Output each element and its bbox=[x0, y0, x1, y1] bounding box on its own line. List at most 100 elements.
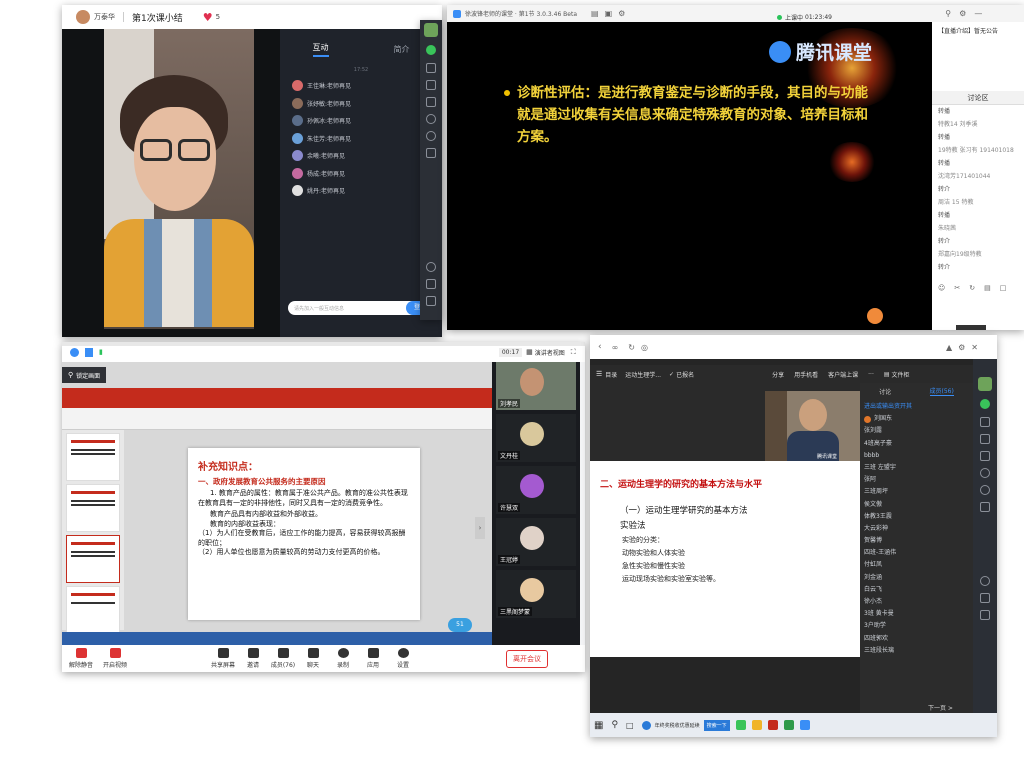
chat-icon[interactable] bbox=[980, 399, 990, 409]
tab-discuss[interactable]: 讨论 bbox=[879, 387, 891, 396]
window-icon[interactable]: ▣ bbox=[605, 9, 613, 18]
participant-tile[interactable]: 文丹桂 bbox=[496, 414, 576, 462]
menu-icon[interactable] bbox=[980, 610, 990, 620]
pin-icon[interactable]: ⚲ bbox=[945, 9, 951, 18]
folder-icon[interactable] bbox=[980, 451, 990, 461]
apps-button[interactable]: 应用 bbox=[358, 648, 388, 669]
phone-icon[interactable] bbox=[980, 593, 990, 603]
settings-button[interactable]: 设置 bbox=[388, 648, 418, 669]
app-icon[interactable] bbox=[783, 720, 794, 730]
folder-icon[interactable]: ▤ bbox=[884, 371, 890, 378]
share-icon[interactable]: ▤ bbox=[591, 9, 599, 18]
windows-start-icon[interactable]: ▦ bbox=[594, 720, 603, 731]
browser-icon[interactable] bbox=[641, 720, 651, 730]
participant-tile[interactable]: 王冠婷 bbox=[496, 518, 576, 566]
cube-icon[interactable] bbox=[426, 80, 436, 90]
phone-watch-button[interactable]: 用手机看 bbox=[794, 370, 818, 379]
link-icon[interactable]: ∞ bbox=[612, 343, 619, 352]
folder-icon[interactable] bbox=[426, 97, 436, 107]
leave-meeting-button[interactable]: 离开会议 bbox=[506, 649, 548, 668]
next-page-button[interactable]: 下一页 > bbox=[928, 703, 953, 712]
star-icon[interactable] bbox=[426, 148, 436, 158]
taskbar-search[interactable]: 年终奖税收优惠延续 bbox=[655, 722, 700, 729]
cube-icon[interactable] bbox=[980, 434, 990, 444]
slide-thumbnail[interactable] bbox=[66, 586, 120, 634]
share-button[interactable]: 分享 bbox=[772, 370, 784, 379]
scissors-icon[interactable]: ✂ bbox=[954, 284, 960, 292]
tab-intro[interactable]: 简介 bbox=[394, 44, 410, 55]
app-icon[interactable] bbox=[767, 720, 778, 730]
share-icon[interactable]: ▲ bbox=[946, 343, 952, 352]
participant-tile[interactable]: 许慧双 bbox=[496, 466, 576, 514]
chat-icon[interactable]: □ bbox=[1000, 284, 1007, 292]
menu-icon[interactable]: ☰ bbox=[596, 370, 602, 378]
app-icon[interactable] bbox=[735, 720, 746, 730]
catalog-button[interactable]: 目录 bbox=[605, 370, 617, 379]
tab-members[interactable]: 成员(56) bbox=[929, 386, 954, 396]
record-button[interactable]: 录制 bbox=[328, 648, 358, 669]
emoji-icon[interactable]: ☺ bbox=[938, 284, 945, 292]
menu-icon[interactable] bbox=[426, 296, 436, 306]
chat-button[interactable]: 聊天 bbox=[298, 648, 328, 669]
more-button[interactable]: ··· bbox=[868, 371, 874, 378]
speaker-view-button[interactable]: 演讲者视图 bbox=[535, 348, 565, 357]
refresh-icon[interactable]: ↻ bbox=[628, 343, 635, 352]
collapse-handle[interactable]: › bbox=[475, 517, 485, 539]
star-icon[interactable] bbox=[980, 502, 990, 512]
comment-input[interactable] bbox=[956, 325, 986, 330]
check-icon: ✓ bbox=[669, 370, 675, 378]
refresh-icon[interactable]: ↻ bbox=[969, 284, 975, 292]
info-icon[interactable] bbox=[70, 347, 79, 357]
list-item: 郑嘉向19级特教 bbox=[938, 251, 982, 258]
bunny-icon[interactable] bbox=[867, 308, 883, 324]
block-icon[interactable] bbox=[426, 262, 436, 272]
close-icon[interactable]: ✕ bbox=[971, 343, 978, 352]
host-avatar[interactable] bbox=[76, 10, 90, 24]
gear-icon[interactable] bbox=[426, 131, 436, 141]
circle-icon[interactable] bbox=[426, 114, 436, 124]
slide-thumbnail[interactable] bbox=[66, 433, 120, 481]
invite-button[interactable]: 邀请 bbox=[238, 648, 268, 669]
contacts-icon[interactable] bbox=[426, 63, 436, 73]
tab-discussion[interactable]: 讨论区 bbox=[932, 91, 1024, 105]
shield-icon[interactable] bbox=[85, 347, 93, 357]
meeting-toolbar: 解除静音 开启视频 共享屏幕 邀请 成员(76) 聊天 录制 应用 设置 离开会… bbox=[62, 645, 585, 672]
task-view-icon[interactable]: □ bbox=[626, 721, 634, 730]
fullscreen-icon[interactable]: ⛶ bbox=[571, 348, 576, 357]
slide-thumbnail[interactable] bbox=[66, 484, 120, 532]
app-icon[interactable] bbox=[799, 720, 810, 730]
file-cabinet-button[interactable]: 文件柜 bbox=[892, 370, 910, 379]
minimize-button[interactable]: — bbox=[974, 9, 982, 18]
start-video-button[interactable]: 开启视频 bbox=[100, 648, 130, 669]
client-class-button[interactable]: 客户端上课 bbox=[828, 370, 858, 379]
live-timer: 01:23:49 bbox=[805, 13, 832, 21]
app-avatar[interactable] bbox=[978, 377, 992, 391]
taskbar-search-button[interactable]: 搜索一下 bbox=[703, 719, 730, 731]
participant-tile[interactable]: 三黑阁梦蒙 bbox=[496, 570, 576, 618]
block-icon[interactable] bbox=[980, 576, 990, 586]
search-icon[interactable]: ⚲ bbox=[611, 720, 618, 730]
folder-icon[interactable]: ▤ bbox=[984, 284, 991, 292]
globe-icon[interactable]: ◎ bbox=[641, 343, 648, 352]
contacts-icon[interactable] bbox=[980, 417, 990, 427]
gear-icon[interactable]: ⚙ bbox=[618, 9, 625, 18]
grid-icon[interactable]: ▦ bbox=[526, 348, 533, 356]
phone-icon[interactable] bbox=[426, 279, 436, 289]
share-screen-button[interactable]: 共享屏幕 bbox=[208, 648, 238, 669]
circle-icon[interactable] bbox=[980, 468, 990, 478]
chat-icon[interactable] bbox=[426, 45, 436, 55]
back-icon[interactable]: ‹ bbox=[598, 342, 602, 352]
unmute-button[interactable]: 解除静音 bbox=[66, 648, 96, 669]
tab-interact[interactable]: 互动 bbox=[312, 42, 329, 57]
app-avatar[interactable] bbox=[424, 23, 438, 37]
chat-input[interactable]: 请先加入一般互动信息 bbox=[288, 305, 406, 312]
slide-thumbnail[interactable] bbox=[66, 535, 120, 583]
lock-screen-button[interactable]: ⚲ 锁定画面 bbox=[62, 367, 107, 383]
heart-icon[interactable]: ♥ bbox=[203, 11, 213, 24]
gear-icon[interactable] bbox=[980, 485, 990, 495]
settings-icon[interactable]: ⚙ bbox=[958, 343, 965, 352]
settings-icon[interactable]: ⚙ bbox=[959, 9, 966, 18]
members-button[interactable]: 成员(76) bbox=[268, 648, 298, 669]
app-icon[interactable] bbox=[751, 720, 762, 730]
participant-tile[interactable]: 刘孝民 bbox=[496, 362, 576, 410]
